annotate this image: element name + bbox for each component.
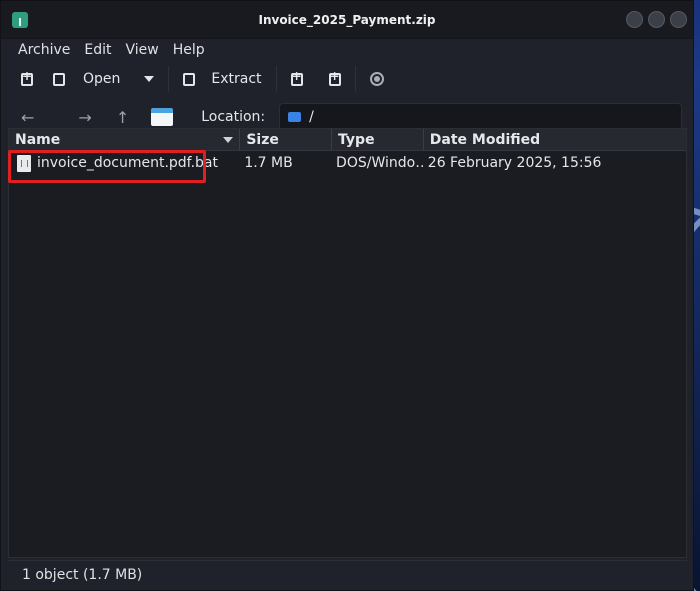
open-menu-button[interactable] bbox=[144, 76, 155, 82]
location-field[interactable]: / bbox=[279, 103, 683, 131]
column-type-label: Type bbox=[338, 131, 375, 148]
folder-icon bbox=[288, 112, 302, 122]
toolbar-divider bbox=[168, 66, 170, 92]
column-name-label: Name bbox=[15, 131, 61, 148]
window-title: Invoice_2025_Payment.zip bbox=[258, 12, 436, 27]
toolbar: Open Extract bbox=[1, 61, 693, 97]
window-controls bbox=[626, 11, 687, 28]
home-folder-icon[interactable] bbox=[151, 108, 174, 126]
location-path: / bbox=[309, 109, 314, 125]
file-icon bbox=[17, 154, 31, 172]
sort-descending-icon bbox=[223, 137, 234, 143]
column-header-size[interactable]: Size bbox=[240, 129, 333, 150]
column-date-label: Date Modified bbox=[429, 131, 541, 148]
new-archive-button[interactable] bbox=[21, 69, 33, 86]
up-arrow-icon[interactable]: ↑ bbox=[116, 108, 129, 127]
menu-help[interactable]: Help bbox=[166, 42, 212, 58]
extract-button[interactable]: Extract bbox=[183, 71, 262, 87]
status-bar: 1 object (1.7 MB) bbox=[8, 560, 687, 588]
add-file-button[interactable] bbox=[290, 69, 303, 86]
column-size-label: Size bbox=[246, 131, 279, 148]
open-button[interactable]: Open bbox=[53, 71, 120, 87]
menu-edit[interactable]: Edit bbox=[77, 42, 118, 58]
file-size-cell: 1.7 MB bbox=[244, 155, 293, 171]
table-row[interactable]: invoice_document.pdf.bat 1.7 MB DOS/Wind… bbox=[9, 151, 686, 175]
open-label: Open bbox=[83, 71, 121, 87]
extract-icon bbox=[183, 72, 196, 86]
column-header-type[interactable]: Type bbox=[332, 129, 424, 150]
menu-view[interactable]: View bbox=[119, 42, 166, 58]
close-button[interactable] bbox=[670, 11, 687, 28]
file-type-cell: DOS/Windo… bbox=[336, 155, 424, 171]
new-archive-icon bbox=[21, 69, 33, 86]
column-header-date[interactable]: Date Modified bbox=[424, 129, 686, 150]
file-list-header: Name Size Type Date Modified bbox=[9, 129, 686, 151]
open-icon bbox=[53, 72, 65, 86]
column-header-name[interactable]: Name bbox=[9, 129, 241, 150]
file-name: invoice_document.pdf.bat bbox=[37, 155, 218, 171]
extract-label: Extract bbox=[211, 71, 262, 87]
add-folder-button[interactable] bbox=[328, 69, 341, 86]
location-label: Location: bbox=[201, 109, 266, 125]
status-text: 1 object (1.7 MB) bbox=[22, 566, 143, 583]
minimize-button[interactable] bbox=[626, 11, 643, 28]
add-folder-icon bbox=[328, 69, 341, 86]
archive-app-icon bbox=[12, 12, 28, 28]
stop-button[interactable] bbox=[369, 72, 384, 86]
menu-archive[interactable]: Archive bbox=[11, 42, 77, 58]
forward-arrow-icon[interactable]: → bbox=[78, 108, 91, 127]
toolbar-divider bbox=[354, 66, 356, 92]
back-arrow-icon[interactable]: ← bbox=[21, 108, 34, 127]
toolbar-divider bbox=[275, 66, 277, 92]
maximize-button[interactable] bbox=[648, 11, 665, 28]
stop-icon bbox=[369, 72, 384, 86]
file-date-cell: 26 February 2025, 15:56 bbox=[427, 155, 602, 171]
file-list[interactable]: Name Size Type Date Modified invoice_doc… bbox=[8, 128, 687, 558]
menu-bar: Archive Edit View Help bbox=[1, 39, 693, 61]
chevron-down-icon bbox=[144, 76, 155, 82]
file-name-cell: invoice_document.pdf.bat bbox=[9, 154, 240, 172]
add-file-icon bbox=[290, 69, 303, 86]
title-bar[interactable]: Invoice_2025_Payment.zip bbox=[1, 1, 693, 39]
